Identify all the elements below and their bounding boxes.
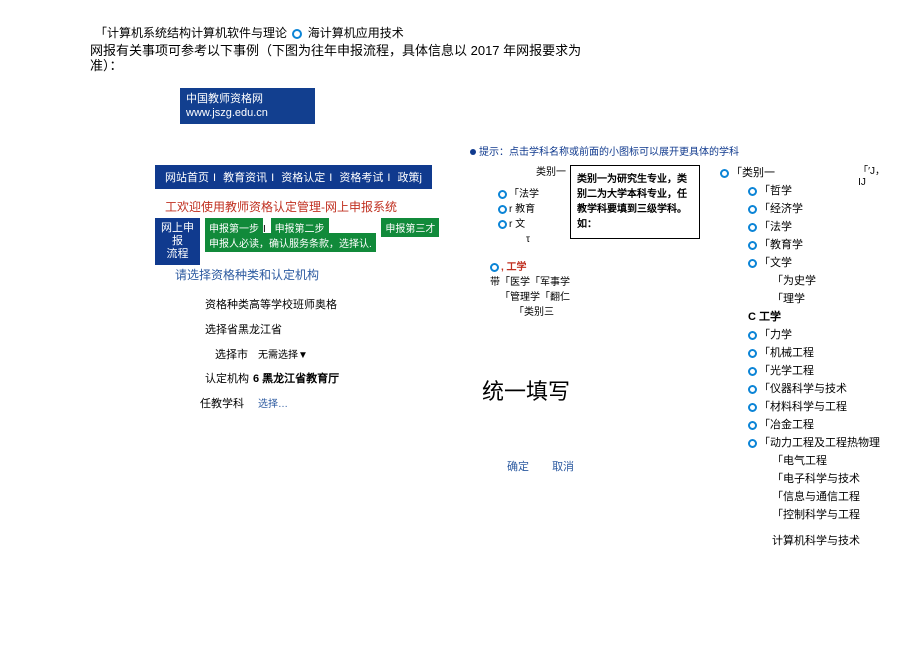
apply-flow-label: 网上申报流程 xyxy=(155,218,200,265)
circle-icon xyxy=(748,259,757,268)
top-line-3: 准）： xyxy=(90,55,123,74)
tree-item[interactable]: 「光学工程 xyxy=(720,362,880,380)
right-tree: 「类别一 「哲学「经济学「法学「教育学「文学「为史学「理学C 工学「力学「机械工… xyxy=(720,164,880,550)
nav-bar: 网站首页I 教育资讯I 资格认定I 资格考试I 政策j xyxy=(155,165,432,189)
circle-icon xyxy=(748,385,757,394)
cancel-button[interactable]: 取消 xyxy=(552,461,574,473)
circle-icon xyxy=(748,439,757,448)
bullet-icon xyxy=(470,149,476,155)
tree-item[interactable]: 「为史学 xyxy=(720,272,880,290)
circle-icon xyxy=(498,205,507,214)
tree-item[interactable]: 计算机科学与技术 xyxy=(720,524,880,550)
circle-icon xyxy=(720,169,729,178)
center-hint: 提示：点击学科名称或前面的小图标可以展开更具体的学科 xyxy=(470,143,739,158)
circle-icon xyxy=(490,263,499,272)
tree-item[interactable]: 「法学 xyxy=(720,218,880,236)
circle-icon xyxy=(748,223,757,232)
tree-item[interactable]: 「电子科学与技术 xyxy=(720,470,880,488)
welcome-text: 工欢迎使用教师资格认定管理-网上申报系统 xyxy=(165,198,397,215)
circle-icon xyxy=(748,403,757,412)
form-subject-select[interactable]: 选择… xyxy=(258,395,288,410)
top-line-2: 网报有关事项可参考以下事例（下图为往年申报流程，具体信息以 2017 年网报要求… xyxy=(90,40,581,59)
circle-icon xyxy=(748,205,757,214)
confirm-row: 确定 取消 xyxy=(497,458,584,474)
tree-root[interactable]: 「类别一 xyxy=(731,167,775,179)
top-line-1: 「计算机系统结构计算机软件与理论 海计算机应用技术 xyxy=(95,24,404,41)
tree-item[interactable]: 「哲学 xyxy=(720,182,880,200)
tree-item[interactable]: 「文学 xyxy=(720,254,880,272)
nav-item-cert[interactable]: 资格认定 xyxy=(277,172,329,184)
tree-item[interactable]: C 工学 xyxy=(720,308,880,326)
site-name: 中国教师资格网 xyxy=(186,92,309,106)
tree-item[interactable]: 「经济学 xyxy=(720,200,880,218)
tree-item[interactable]: 「材料科学与工程 xyxy=(720,398,880,416)
site-url: www.jszg.edu.cn xyxy=(186,106,309,120)
tree-item[interactable]: 「力学 xyxy=(720,326,880,344)
choose-title: 请选择资格种类和认定机构 xyxy=(175,266,319,283)
fill-label: 统一填写 xyxy=(482,374,570,406)
top-line-1a: 「计算机系统结构计算机软件与理论 xyxy=(95,26,287,40)
tree-item[interactable]: 「动力工程及工程热物理 xyxy=(720,434,880,452)
form-cert-type: 资格种类高等学校班师奥格 xyxy=(205,296,337,312)
circle-icon xyxy=(748,187,757,196)
nav-item-home[interactable]: 网站首页 xyxy=(161,172,213,184)
site-banner: 中国教师资格网 www.jszg.edu.cn xyxy=(180,88,315,124)
step-must-read: 申报人必读，确认服务条款，选择认. xyxy=(205,233,376,252)
tree-item[interactable]: 「理学 xyxy=(720,290,880,308)
tree-item[interactable]: 「控制科学与工程 xyxy=(720,506,880,524)
form-subject-label: 任教学科 xyxy=(200,395,244,411)
note-box: 类别一为研究生专业，类别二为大学本科专业，任教学科要填到三级学科。如： xyxy=(570,165,700,239)
center-lower-list: , 工学 带「医学「军事学 「管理学「翻仁 「类别三 xyxy=(490,260,570,320)
step-3[interactable]: 申报第三才 xyxy=(381,218,439,237)
tree-item[interactable]: 「机械工程 xyxy=(720,344,880,362)
tree-item[interactable]: 「电气工程 xyxy=(720,452,880,470)
circle-icon xyxy=(748,367,757,376)
form-province: 选择省黑龙江省 xyxy=(205,321,282,337)
form-org-label: 认定机构 xyxy=(205,370,249,386)
tree-item[interactable]: 「仪器科学与技术 xyxy=(720,380,880,398)
form-org-value: 6 黑龙江省教育厅 xyxy=(253,370,339,386)
form-city-select[interactable]: 无需选择▼ xyxy=(258,346,308,361)
tree-item[interactable]: 「教育学 xyxy=(720,236,880,254)
form-city-label: 选择市 xyxy=(215,346,248,362)
nav-item-policy[interactable]: 政策j xyxy=(394,172,426,184)
top-line-1b: 海计算机应用技术 xyxy=(308,26,404,40)
center-o-list: 「法学 r 教育 r 文 τ xyxy=(498,187,539,247)
tree-item[interactable]: 「信息与通信工程 xyxy=(720,488,880,506)
circle-icon xyxy=(748,331,757,340)
circle-icon xyxy=(748,241,757,250)
circle-icon xyxy=(292,29,302,39)
circle-icon xyxy=(748,421,757,430)
nav-item-exam[interactable]: 资格考试 xyxy=(335,172,387,184)
ok-button[interactable]: 确定 xyxy=(507,461,529,473)
circle-icon xyxy=(748,349,757,358)
center-label-cat1: 类别一 xyxy=(536,163,566,178)
circle-icon xyxy=(498,190,507,199)
circle-icon xyxy=(498,220,507,229)
tree-item[interactable]: 「冶金工程 xyxy=(720,416,880,434)
nav-item-news[interactable]: 教育资讯 xyxy=(219,172,271,184)
